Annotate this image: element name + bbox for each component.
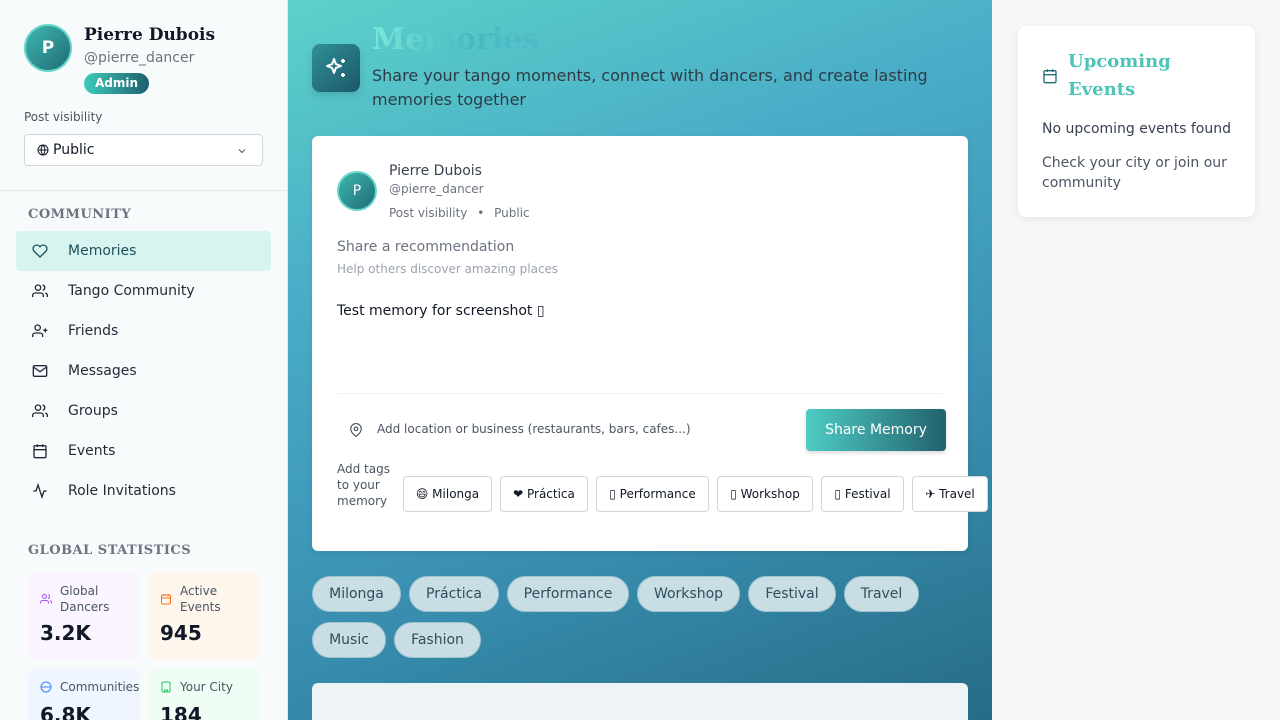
stat-value: 3.2K: [40, 621, 91, 645]
location-input[interactable]: Add location or business (restaurants, b…: [377, 422, 691, 436]
right-sidebar: Upcoming Events No upcoming events found…: [992, 0, 1280, 720]
stat-communities: Communities 6.8K: [28, 668, 140, 720]
stat-label: Global Dancers: [60, 584, 110, 614]
calendar-icon: [33, 444, 47, 459]
events-hint: Check your city or join our community: [1042, 155, 1227, 191]
chevron-down-icon: [238, 149, 246, 154]
filter-performance[interactable]: Performance: [507, 576, 629, 612]
building-icon: [161, 681, 171, 693]
sidebar-item-label: Events: [68, 443, 116, 459]
recommendation-subtitle: Help others discover amazing places: [337, 262, 559, 276]
sidebar-item-events[interactable]: Events: [16, 431, 271, 471]
stats-section-title: GLOBAL STATISTICS: [28, 543, 192, 558]
stat-value: 184: [160, 703, 202, 720]
tag-performance-button[interactable]: ▯ Performance: [596, 476, 709, 512]
sidebar-item-memories[interactable]: Memories: [16, 231, 271, 271]
memory-text-input[interactable]: Test memory for screenshot ▯: [337, 303, 545, 319]
sidebar-item-label: Role Invitations: [68, 483, 176, 499]
role-badge: Admin: [84, 73, 150, 94]
memory-composer: P Pierre Dubois @pierre_dancer Post visi…: [312, 136, 988, 551]
tag-practica-button[interactable]: ❤ Práctica: [500, 476, 588, 512]
sidebar-item-groups[interactable]: Groups: [16, 391, 271, 431]
filter-milonga[interactable]: Milonga: [312, 576, 401, 612]
stat-value: 945: [160, 621, 202, 645]
filter-practica[interactable]: Práctica: [409, 576, 499, 612]
sidebar-item-friends[interactable]: Friends: [16, 311, 271, 351]
main-feed: Memories Share your tango moments, conne…: [288, 0, 992, 720]
tag-festival-button[interactable]: ▯ Festival: [821, 476, 904, 512]
user-handle: @pierre_dancer: [84, 50, 195, 66]
upcoming-events-card: Upcoming Events No upcoming events found…: [1018, 26, 1255, 217]
tag-workshop-button[interactable]: ▯ Workshop: [717, 476, 813, 512]
sidebar-item-label: Groups: [68, 403, 118, 419]
stat-value: 6.8K: [40, 703, 91, 720]
stat-active-events: Active Events 945: [148, 572, 260, 660]
sidebar-item-label: Memories: [68, 243, 137, 259]
visibility-select[interactable]: Public: [24, 134, 263, 166]
filter-fashion[interactable]: Fashion: [394, 622, 481, 658]
divider: [0, 190, 288, 191]
memory-card: [312, 683, 968, 720]
sidebar-item-label: Messages: [68, 363, 137, 379]
calendar-icon: [161, 594, 171, 605]
tag-milonga-button[interactable]: 😄 Milonga: [403, 476, 492, 512]
composer-user-name: Pierre Dubois: [389, 163, 482, 179]
user-plus-icon: [32, 324, 48, 337]
map-pin-icon: [350, 423, 362, 438]
sparkles-icon: [312, 44, 360, 92]
community-section-title: COMMUNITY: [28, 207, 132, 222]
globe-icon: [40, 681, 52, 693]
stat-label: Your City: [180, 680, 233, 694]
user-profile: P Pierre Dubois @pierre_dancer Admin: [24, 24, 264, 96]
filter-festival[interactable]: Festival: [748, 576, 836, 612]
composer-user-handle: @pierre_dancer: [389, 182, 484, 196]
no-events-text: No upcoming events found: [1042, 121, 1231, 137]
sidebar-item-label: Tango Community: [68, 283, 195, 299]
left-sidebar: P Pierre Dubois @pierre_dancer Admin Pos…: [0, 0, 288, 720]
page-subtitle: Share your tango moments, connect with d…: [372, 66, 928, 109]
users-icon: [32, 284, 48, 297]
sidebar-item-label: Friends: [68, 323, 119, 339]
stat-label: Active Events: [180, 584, 221, 614]
avatar: P: [337, 171, 377, 211]
composer-visibility: Post visibility • Public: [389, 206, 530, 220]
sidebar-item-role-invitations[interactable]: Role Invitations: [16, 471, 271, 511]
page-title: Memories: [372, 22, 540, 57]
share-memory-button[interactable]: Share Memory: [806, 409, 946, 451]
stat-global-dancers: Global Dancers 3.2K: [28, 572, 140, 660]
activity-icon: [33, 483, 47, 499]
users-icon: [40, 594, 52, 604]
filter-travel[interactable]: Travel: [844, 576, 919, 612]
user-name: Pierre Dubois: [84, 25, 216, 45]
sidebar-item-tango-community[interactable]: Tango Community: [16, 271, 271, 311]
filter-workshop[interactable]: Workshop: [637, 576, 740, 612]
heart-icon: [32, 244, 48, 258]
sidebar-item-messages[interactable]: Messages: [16, 351, 271, 391]
recommendation-title[interactable]: Share a recommendation: [337, 239, 514, 255]
visibility-value: Public: [53, 142, 95, 158]
filter-music[interactable]: Music: [312, 622, 386, 658]
tag-travel-button[interactable]: ✈ Travel: [912, 476, 988, 512]
divider: [337, 393, 943, 394]
sidebar-nav: Memories Tango Community Friends Message…: [16, 231, 271, 511]
avatar[interactable]: P: [24, 24, 72, 72]
globe-icon: [37, 144, 49, 156]
stat-label: Communities: [60, 680, 140, 694]
tags-label: Add tags to your memory: [337, 462, 390, 508]
calendar-icon: [1043, 69, 1057, 84]
stat-your-city: Your City 184: [148, 668, 260, 720]
users-icon: [32, 404, 48, 417]
mail-icon: [32, 365, 48, 377]
visibility-label: Post visibility: [24, 110, 103, 124]
upcoming-events-title: Upcoming Events: [1068, 51, 1171, 100]
